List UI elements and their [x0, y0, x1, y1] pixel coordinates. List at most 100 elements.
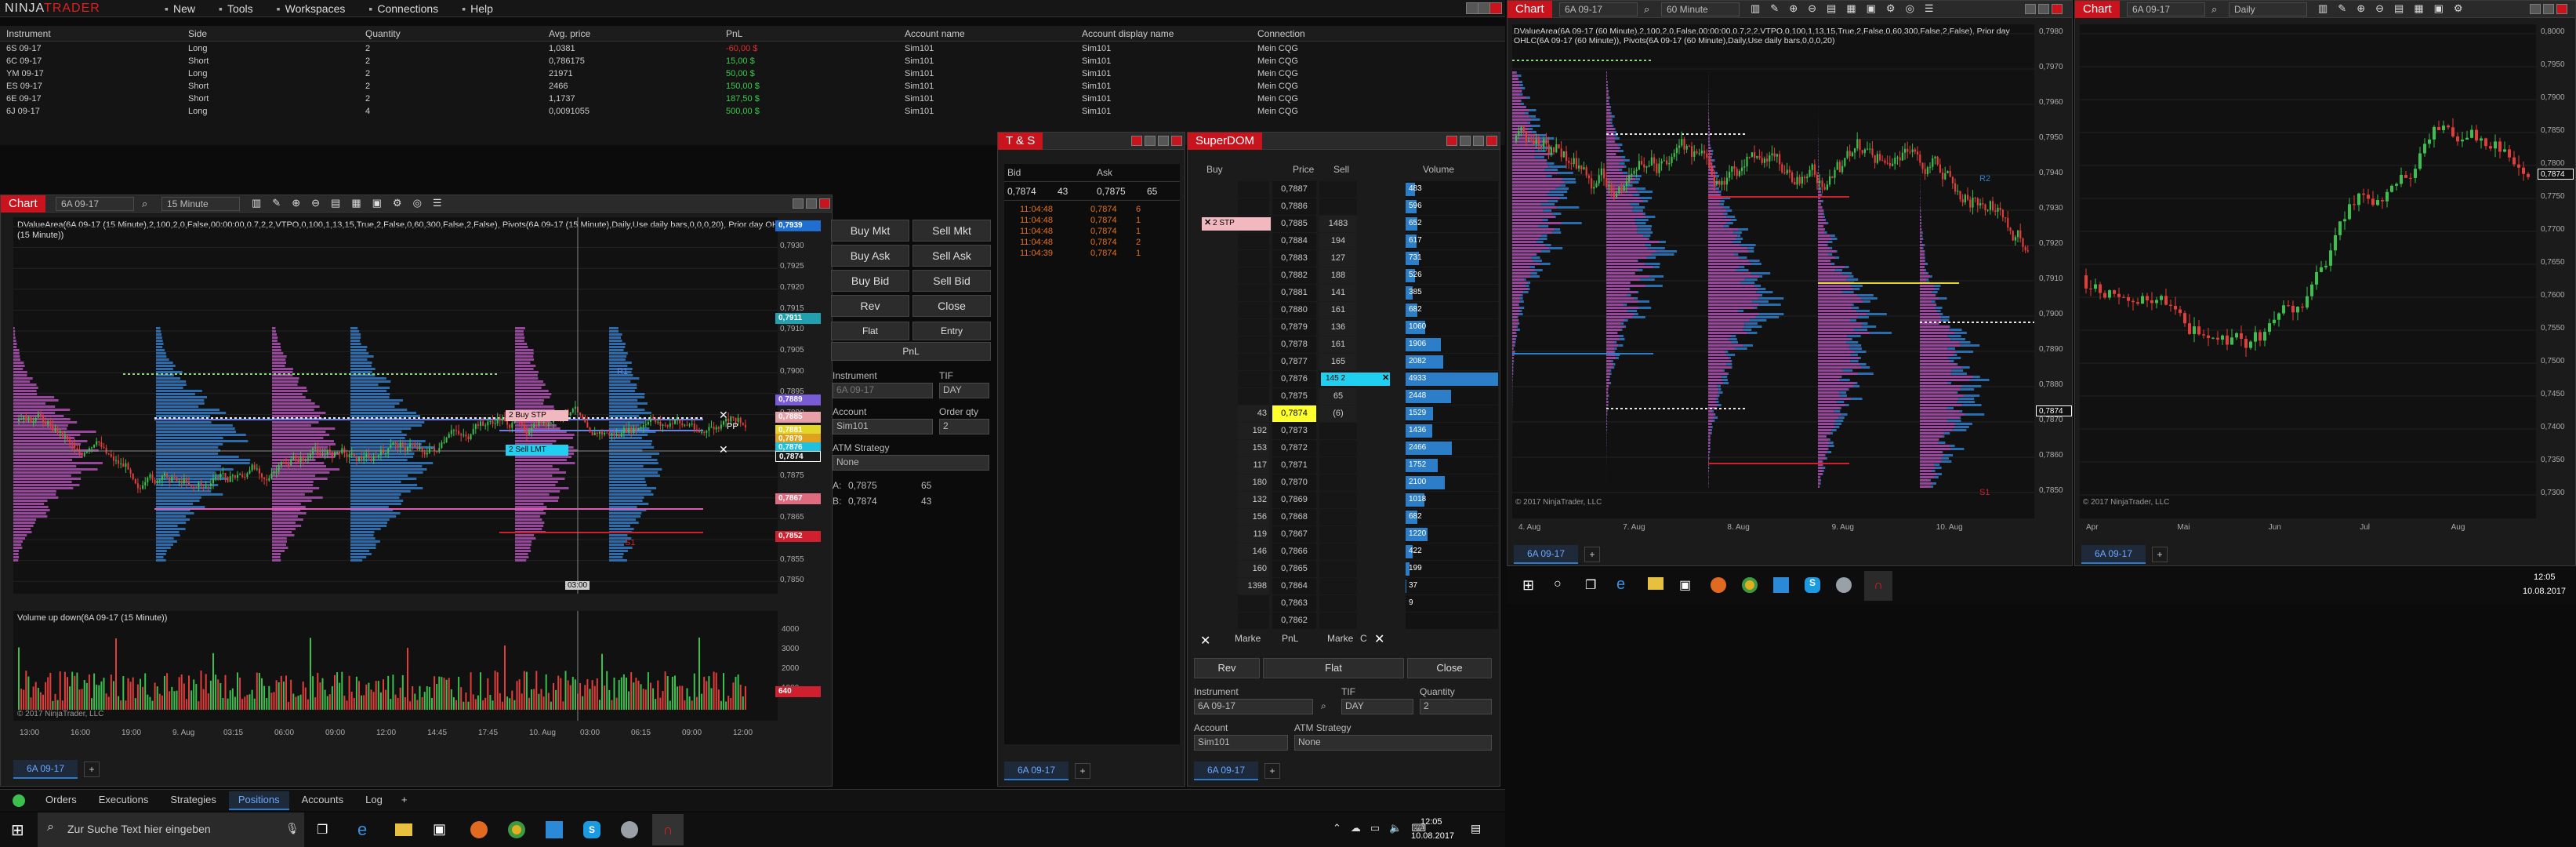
dom-row[interactable]: 119 0,7867 1220 — [1194, 526, 1500, 543]
dom-buy-cell[interactable] — [1238, 336, 1269, 353]
buy-ask-button[interactable]: Buy Ask — [831, 245, 909, 267]
menu-workspaces[interactable]: ▪ Workspaces — [277, 2, 346, 16]
dom-sell-cell[interactable] — [1319, 543, 1357, 560]
column-header[interactable]: Account display name — [1082, 28, 1174, 39]
menu-tools[interactable]: ▪ Tools — [219, 2, 253, 16]
firefox-icon[interactable] — [470, 821, 488, 838]
zoom-out-icon[interactable]: ⊖ — [1808, 2, 1816, 15]
notification-icon[interactable]: ▤ — [1471, 822, 1481, 835]
dom-row[interactable]: 1398 0,7864 37 — [1194, 578, 1500, 594]
edge-icon[interactable]: e — [1616, 576, 1625, 594]
tab-accounts[interactable]: Accounts — [292, 791, 353, 810]
dom-buy-cell[interactable]: 119 — [1238, 526, 1269, 543]
dom-row[interactable]: 160 0,7865 199 — [1194, 561, 1500, 577]
dom-row[interactable]: 0,7862 — [1194, 613, 1500, 629]
dom-buy-cell[interactable] — [1238, 613, 1269, 629]
bars-type-icon[interactable]: ▥ — [1751, 2, 1760, 15]
ts-add-tab-button[interactable]: + — [1075, 763, 1090, 779]
dom-row[interactable]: 117 0,7871 1752 — [1194, 457, 1500, 474]
dom-row[interactable]: 0,7875 65 2448 — [1194, 388, 1500, 405]
dom-instrument-tab[interactable]: 6A 09-17 — [1194, 762, 1258, 780]
column-header[interactable]: PnL — [726, 28, 742, 39]
drawing-tool-icon[interactable]: ✎ — [272, 197, 281, 209]
data-box-icon[interactable]: ▦ — [351, 197, 361, 209]
sell-limit-order[interactable]: 2 Sell LMT — [506, 445, 568, 456]
chart3-instrument-tab[interactable]: 6A 09-17 — [2081, 545, 2146, 564]
chart2-price-panel[interactable]: DValueArea(6A 09-17 (60 Minute),2,100,2,… — [1512, 24, 2034, 518]
dom-buy-cell[interactable]: 1398 — [1238, 578, 1269, 594]
interval-select[interactable]: 15 Minute — [161, 197, 240, 211]
column-header[interactable]: Quantity — [365, 28, 401, 39]
chart2-maximize-button[interactable] — [2038, 4, 2049, 14]
dom-buy-cell[interactable]: 180 — [1238, 474, 1269, 491]
dom-sell-cell[interactable] — [1319, 578, 1357, 594]
dom-maximize[interactable] — [1473, 136, 1484, 146]
dom-row[interactable]: 0,7883 127 731 — [1194, 250, 1500, 267]
dom-limit-order[interactable]: 145 2 — [1321, 373, 1390, 386]
dom-sell-cell[interactable] — [1319, 457, 1357, 474]
dom-buy-cell[interactable] — [1238, 250, 1269, 267]
close-order-icon[interactable]: ✕ — [719, 443, 728, 456]
dom-buy-cell[interactable] — [1238, 233, 1269, 249]
search-icon[interactable]: ⌕ — [2211, 3, 2217, 16]
column-header[interactable]: Side — [188, 28, 207, 39]
dom-buy-cell[interactable]: 156 — [1238, 509, 1269, 525]
task-view-icon[interactable]: ❐ — [1585, 577, 1596, 593]
dom-red-dot[interactable] — [1446, 136, 1457, 146]
windows-start-icon[interactable]: ⊞ — [1522, 577, 1538, 593]
dom-sell-cell[interactable] — [1319, 526, 1357, 543]
add-tab-button[interactable]: + — [84, 762, 100, 777]
dom-buy-cell[interactable] — [1238, 595, 1269, 612]
close-button[interactable] — [1489, 2, 1502, 14]
dom-sell-cell[interactable] — [1319, 613, 1357, 629]
position-row[interactable]: ES 09-17 Short 2 2466 150,00 $ Sim101 Sim101 Me… — [0, 81, 1505, 93]
dom-sell-cell[interactable] — [1319, 561, 1357, 577]
indicator-icon[interactable]: ⚙ — [393, 197, 402, 209]
zoom-in-icon[interactable]: ⊕ — [1789, 2, 1798, 15]
dom-instrument-select[interactable]: 6A 09-17 — [1194, 699, 1313, 714]
windows-start-icon[interactable]: ⊞ — [11, 820, 24, 840]
dom-rev-button[interactable]: Rev — [1194, 658, 1260, 678]
close-order-icon[interactable]: ✕ — [1382, 373, 1389, 383]
dom-row[interactable]: 132 0,7869 1018 — [1194, 492, 1500, 508]
dom-buy-cell[interactable] — [1238, 354, 1269, 370]
indicator-icon[interactable]: ⚙ — [1886, 2, 1896, 15]
ninjatrader-taskbar-icon[interactable]: ∩ — [652, 814, 684, 845]
dom-flat-button[interactable]: Flat — [1263, 658, 1404, 678]
dom-close[interactable] — [1486, 136, 1497, 146]
snapshot-icon[interactable]: ▣ — [1867, 2, 1876, 15]
dom-row[interactable]: 0,7880 161 682 — [1194, 302, 1500, 318]
dom-atm-select[interactable]: None — [1294, 735, 1492, 751]
reverse-button[interactable]: Rev — [831, 295, 909, 317]
app-icon-globe[interactable] — [621, 821, 638, 838]
chart3-interval-select[interactable]: Daily — [2229, 2, 2307, 16]
dom-row[interactable]: 0,7884 194 617 — [1194, 233, 1500, 249]
dom-sell-cell[interactable] — [1319, 595, 1357, 612]
snapshot-icon[interactable]: ▣ — [372, 197, 382, 209]
dom-buy-cell[interactable]: 146 — [1238, 543, 1269, 560]
app-icon-blue[interactable] — [1773, 577, 1789, 593]
properties-icon[interactable]: ▤ — [331, 197, 340, 209]
close-position-button[interactable]: Close — [912, 295, 991, 317]
dom-buy-cell[interactable]: 192 — [1238, 423, 1269, 439]
chart2-minimize-button[interactable] — [2025, 4, 2036, 14]
ts-tab[interactable]: 6A 09-17 — [1004, 762, 1068, 780]
dom-sell-cell[interactable]: 136 — [1319, 319, 1357, 336]
dom-buy-cell[interactable]: 132 — [1238, 492, 1269, 508]
indicator-icon[interactable]: ⚙ — [2454, 2, 2463, 15]
drawing-tool-icon[interactable]: ✎ — [2338, 2, 2346, 15]
dom-buy-cell[interactable] — [1238, 267, 1269, 284]
dom-row[interactable]: 43 0,7874 (6) 1529 — [1194, 405, 1500, 422]
ts-red-dot[interactable] — [1131, 136, 1142, 146]
chart3-minimize-button[interactable] — [2530, 4, 2541, 14]
flat-button[interactable]: Flat — [831, 322, 909, 340]
taskbar-search-box[interactable]: ⌕ Zur Suche Text hier eingeben 🎙 — [38, 812, 304, 847]
drawing-tool-icon[interactable]: ✎ — [1770, 2, 1779, 15]
tab-log[interactable]: Log — [356, 791, 392, 810]
explorer-icon[interactable] — [395, 823, 412, 836]
dom-row[interactable]: 192 0,7873 1436 — [1194, 423, 1500, 439]
position-row[interactable]: 6S 09-17 Long 2 1,0381 -60,00 $ Sim101 Sim101 M… — [0, 43, 1505, 56]
chart3-close-button[interactable] — [2556, 4, 2567, 14]
cortana-icon[interactable]: ○ — [1554, 577, 1569, 593]
chart1-price-panel[interactable]: DValueArea(6A 09-17 (15 Minute),2,100,2,… — [13, 217, 778, 594]
